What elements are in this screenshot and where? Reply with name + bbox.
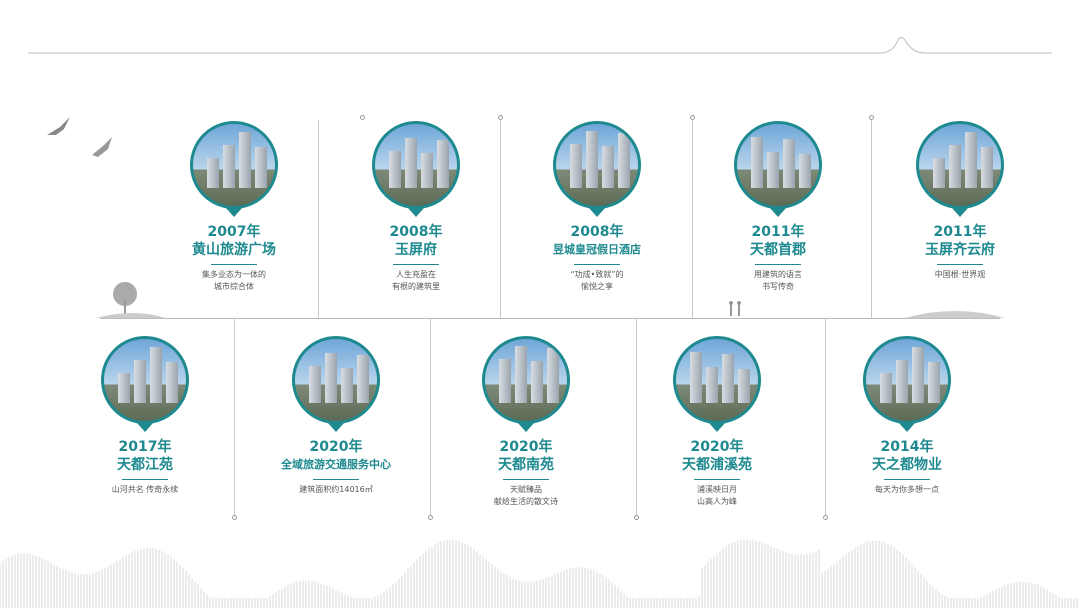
separator [430,318,431,516]
project-name: 全域旅游交通服务中心 [281,458,391,471]
highrise-photo [101,336,189,424]
commercial-tower-photo [190,121,278,209]
project-name: 天都南苑 [498,457,554,473]
timeline-item: 2007年 黄山旅游广场 集多业态为一体的 城市综合体 [149,121,319,293]
project-photo-pin [734,121,822,217]
title-underline [694,479,740,480]
project-description: 山高人为峰 [697,497,737,506]
separator [871,120,872,318]
project-year: 2014年 [880,439,934,455]
project-name: 玉屏齐云府 [925,242,995,258]
project-photo-pin [292,336,380,432]
project-year: 2007年 [207,224,261,240]
project-photo-pin [673,336,761,432]
timeline-item: 2008年 玉屏府 人生充盈在有根的建筑里 [331,121,501,293]
title-underline [122,479,168,480]
separator-dot [690,115,695,120]
project-name: 天之都物业 [872,457,942,473]
deer-mascot-photo [863,336,951,424]
project-description: 献给生活的散文诗 [494,497,558,506]
title-underline [937,264,983,265]
residential-towers-photo [372,121,460,209]
title-underline [393,264,439,265]
separator-dot [360,115,365,120]
project-description: 山河共名 传奇永续 [111,485,179,494]
separator [234,318,235,516]
project-photo-pin [101,336,189,432]
project-year: 2017年 [118,439,172,455]
hotel-night-photo [553,121,641,209]
title-underline [503,479,549,480]
separator-dot [498,115,503,120]
project-photo-pin [482,336,570,432]
project-photo-pin [916,121,1004,217]
project-year: 2020年 [309,439,363,455]
timeline-axis [100,318,1000,319]
project-year: 2020年 [690,439,744,455]
residential-towers-photo [482,336,570,424]
project-year: 2008年 [389,224,443,240]
project-photo-pin [553,121,641,217]
timeline-item: 2020年 天都南苑 天赋臻品献给生活的散文诗 [441,336,611,508]
title-underline [574,264,620,265]
timeline-item: 2020年 天都浦溪苑 浦溪映日月山高人为峰 [632,336,802,508]
project-year: 2011年 [933,224,987,240]
residential-towers-photo [734,121,822,209]
project-description: 城市综合体 [214,282,254,291]
timeline-item: 2008年 昱城皇冠假日酒店 “功成•致就”的 愉悦之享 [512,121,682,293]
swallow-birds-icon [47,117,112,157]
project-name: 黄山旅游广场 [192,242,276,258]
timeline-item: 2014年 天之都物业 每天为你多想一点 [822,336,992,496]
timeline-item: 2017年 天都江苑 山河共名 传奇永续 [60,336,230,496]
project-description: 建筑面积约14016㎡ [299,485,373,494]
project-description: 愉悦之享 [581,282,613,291]
timeline-item: 2020年 全域旅游交通服务中心 建筑面积约14016㎡ [251,336,421,496]
hill-silhouette-icon [905,311,1005,318]
project-description: 用建筑的语言 [754,270,802,279]
project-description: 中国根·世界观 [934,270,986,279]
project-photo-pin [190,121,278,217]
project-description: “功成•致就”的 [570,270,624,279]
timeline-item: 2011年 天都首郡 用建筑的语言 书写传奇 [693,121,863,293]
project-description: 集多业态为一体的 [202,270,266,279]
project-name: 天都江苑 [117,457,173,473]
transport-center-photo [292,336,380,424]
mountain-wave-decoration [0,539,1078,608]
project-name: 昱城皇冠假日酒店 [553,243,641,256]
project-photo-pin [863,336,951,432]
project-name: 玉屏府 [395,242,437,258]
top-mountain-line [28,37,1052,54]
project-name: 天都首郡 [750,242,806,258]
project-description: 人生充盈在 [396,270,436,279]
title-underline [755,264,801,265]
project-description: 有根的建筑里 [392,282,440,291]
project-description: 浦溪映日月 [697,485,737,494]
project-name: 天都浦溪苑 [682,457,752,473]
walking-people-icon [729,301,741,316]
separator-dot [869,115,874,120]
project-photo-pin [372,121,460,217]
project-year: 2008年 [570,224,624,240]
riverside-city-photo [673,336,761,424]
project-description: 书写传奇 [762,282,794,291]
project-year: 2011年 [751,224,805,240]
project-year: 2020年 [499,439,553,455]
title-underline [211,264,257,265]
project-description: 每天为你多想一点 [875,485,939,494]
title-underline [884,479,930,480]
timeline-item: 2011年 玉屏齐云府 中国根·世界观 [875,121,1045,281]
title-underline [313,479,359,480]
residential-towers-photo [916,121,1004,209]
project-description: 天赋臻品 [510,485,542,494]
